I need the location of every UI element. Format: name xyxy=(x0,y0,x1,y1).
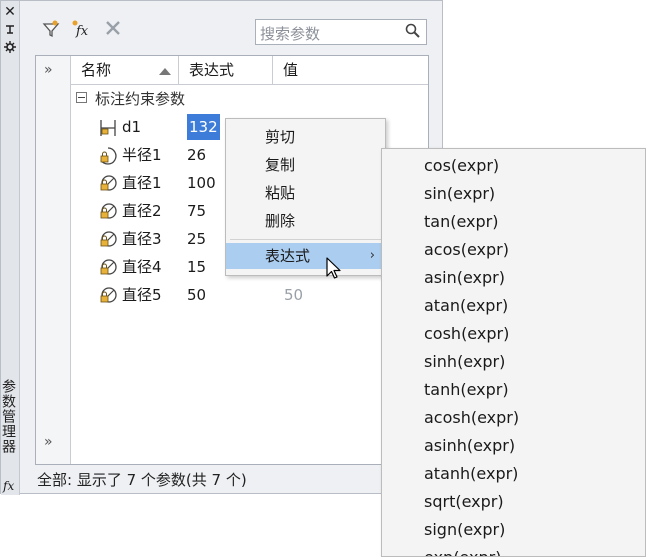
expression-cell-selected[interactable]: 132 xyxy=(187,114,220,140)
diameter-dimension-lock-icon xyxy=(98,174,118,194)
menu-separator xyxy=(230,239,381,240)
table-row[interactable]: 直径5 50 50 xyxy=(98,282,428,308)
submenu-arrow-icon: › xyxy=(369,248,375,263)
diameter-dimension-lock-icon xyxy=(98,258,118,278)
diameter-dimension-lock-icon xyxy=(98,286,118,306)
settings-icon[interactable] xyxy=(3,41,17,56)
diameter-dimension-lock-icon xyxy=(98,230,118,250)
delete-icon[interactable] xyxy=(101,19,125,41)
submenu-item[interactable]: sinh(expr) xyxy=(382,348,645,376)
fx-icon[interactable]: fx xyxy=(3,479,14,493)
expand-bottom-chevron-icon[interactable]: » xyxy=(44,434,53,450)
linear-dimension-icon xyxy=(98,118,118,138)
search-parameters-input[interactable]: 搜索参数 xyxy=(255,19,427,45)
close-icon[interactable]: ✕ xyxy=(3,5,17,19)
submenu-item[interactable]: cosh(expr) xyxy=(382,320,645,348)
submenu-item[interactable]: atan(expr) xyxy=(382,292,645,320)
radial-dimension-lock-icon xyxy=(98,146,118,166)
new-user-parameter-icon[interactable] xyxy=(39,19,63,41)
status-text: 全部: 显示了 7 个参数(共 7 个) xyxy=(37,471,247,489)
menu-item-delete[interactable]: 删除 xyxy=(226,208,385,234)
svg-text:fx: fx xyxy=(75,24,89,39)
search-icon[interactable] xyxy=(404,22,422,44)
submenu-item[interactable]: acosh(expr) xyxy=(382,404,645,432)
palette-vertical-title: 参数管理器 xyxy=(0,379,16,454)
diameter-dimension-lock-icon xyxy=(98,202,118,222)
palette-titlebar[interactable]: ✕ 参数管理器 fx xyxy=(0,1,20,495)
collapse-icon[interactable] xyxy=(76,92,87,103)
submenu-item[interactable]: sqrt(expr) xyxy=(382,488,645,516)
submenu-item[interactable]: atanh(expr) xyxy=(382,460,645,488)
submenu-item[interactable]: sign(expr) xyxy=(382,516,645,544)
column-header-value[interactable]: 值 xyxy=(273,56,428,84)
submenu-item[interactable]: asin(expr) xyxy=(382,264,645,292)
search-placeholder: 搜索参数 xyxy=(260,25,321,43)
submenu-item[interactable]: sin(expr) xyxy=(382,180,645,208)
expander-bar[interactable]: » » xyxy=(36,56,71,464)
submenu-item[interactable]: acos(expr) xyxy=(382,236,645,264)
grid-header: 名称 表达式 值 xyxy=(71,56,428,85)
submenu-item[interactable]: exp(expr) xyxy=(382,544,645,556)
column-header-name[interactable]: 名称 xyxy=(71,56,179,84)
menu-item-expression[interactable]: 表达式 › xyxy=(226,243,385,269)
fx-filter-icon[interactable]: fx xyxy=(69,19,93,41)
menu-item-paste[interactable]: 粘贴 xyxy=(226,180,385,206)
menu-item-cut[interactable]: 剪切 xyxy=(226,124,385,150)
menu-item-copy[interactable]: 复制 xyxy=(226,152,385,178)
group-row-dimensional-constraints[interactable]: 标注约束参数 xyxy=(76,88,185,110)
expand-top-chevron-icon[interactable]: » xyxy=(44,62,53,78)
column-header-expression[interactable]: 表达式 xyxy=(179,56,273,84)
submenu-item[interactable]: tanh(expr) xyxy=(382,376,645,404)
context-menu: 剪切 复制 粘贴 删除 表达式 › xyxy=(225,118,386,276)
sort-ascending-icon xyxy=(159,68,171,75)
submenu-item[interactable]: tan(expr) xyxy=(382,208,645,236)
mouse-pointer-icon xyxy=(326,257,342,285)
expression-submenu: cos(expr) sin(expr) tan(expr) acos(expr)… xyxy=(381,148,646,557)
pin-icon[interactable] xyxy=(3,23,17,38)
submenu-item[interactable]: cos(expr) xyxy=(382,152,645,180)
submenu-item[interactable]: asinh(expr) xyxy=(382,432,645,460)
